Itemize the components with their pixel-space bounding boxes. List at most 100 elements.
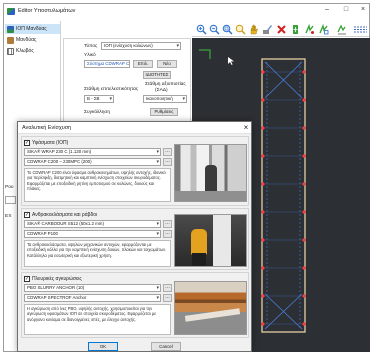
- origin-marker: [199, 49, 211, 59]
- left-panel-label: Επ: [5, 214, 12, 219]
- mouse-cursor-icon: [228, 57, 234, 65]
- anchors-product-more-button[interactable]: …: [163, 284, 172, 292]
- fabric-product-more-button[interactable]: …: [163, 148, 172, 156]
- app-icon: [7, 8, 15, 15]
- reliability-select[interactable]: Ικανοποιητική: [143, 95, 187, 103]
- rebar-dot: [302, 294, 306, 298]
- edit-tool-icon[interactable]: [262, 24, 273, 35]
- rebar-dot: [302, 210, 306, 214]
- rebar-dot: [302, 126, 306, 130]
- type-label: Τύπος: [84, 44, 98, 49]
- fabric-checkbox[interactable]: [24, 140, 30, 146]
- photo-column: [213, 215, 231, 266]
- rebar-dot: [261, 126, 265, 130]
- rebar-dot: [261, 182, 265, 186]
- anchors-product-photo: [174, 281, 247, 335]
- plates-product-photo: [174, 214, 247, 267]
- delete-icon[interactable]: [276, 24, 287, 35]
- plates-product-select[interactable]: SIKA® CARBODUR S512 (50x1.2 mm): [24, 220, 161, 228]
- performance-label: Στάθμη επιτελεστικότητας: [84, 87, 139, 92]
- rebar-dot: [261, 70, 265, 74]
- cancel-button[interactable]: Cancel: [151, 342, 181, 351]
- menu-icon[interactable]: [354, 26, 367, 33]
- material-label: Υλικό: [84, 53, 96, 58]
- photo-worker-legs: [192, 253, 206, 266]
- rebar-dot: [261, 266, 265, 270]
- minimize-button[interactable]: –: [321, 5, 333, 14]
- rebar-dot: [302, 70, 306, 74]
- reliability-label-suffix: (ΣΑΔ): [155, 88, 168, 93]
- top-crosstie: [264, 61, 303, 99]
- anchors-description: Η αγκύρωση από ίνες PBO, υψηλής αντοχής,…: [24, 304, 171, 335]
- rebar-dot: [302, 322, 306, 326]
- sidebar-item-frp-jacket[interactable]: ΙΟΠ Μανδύας: [5, 24, 60, 34]
- add-stirrup-icon[interactable]: [318, 24, 329, 35]
- anchors-system-select[interactable]: CDWRAP SPECTROF Anchor: [24, 294, 161, 302]
- zoom-extents-icon[interactable]: [235, 24, 246, 35]
- anchors-system-more-button[interactable]: …: [163, 294, 172, 302]
- rebar-dot: [302, 182, 306, 186]
- anchors-header: Πλευρικές αγκυρώσεις: [32, 276, 82, 282]
- plates-product-more-button[interactable]: …: [163, 220, 172, 228]
- rebar-dot: [302, 154, 306, 158]
- anchors-product-select[interactable]: PBO SLURRY ANCHOR (10): [24, 284, 161, 292]
- rebar-group: [261, 70, 306, 326]
- add-rebar-icon[interactable]: [304, 24, 315, 35]
- photo-worker: [191, 229, 207, 255]
- photo-floor: [175, 191, 246, 201]
- fabric-product-select[interactable]: SIKA® WRAP 230 C (1.130 mm): [24, 148, 161, 156]
- fabric-system-select[interactable]: CDWRAP C200 – 230MPC (200): [24, 158, 161, 166]
- window-title: Editor Υποστυλωμάτων: [18, 8, 76, 14]
- properties-button[interactable]: ΙΔΙΟΤΗΤΕΣ: [143, 71, 171, 79]
- plates-system-more-button[interactable]: …: [163, 230, 172, 238]
- rebar-dot: [261, 98, 265, 102]
- dialog-close-button[interactable]: ×: [242, 123, 250, 132]
- rebar-dot: [261, 154, 265, 158]
- fabric-description: Το CDWRAP C200 είναι ύφασμα ανθρακονημάτ…: [24, 168, 171, 202]
- photo-beam: [184, 308, 241, 322]
- reinforcement-dialog: Αναλυτική Ενίσχυση × Υφάσματα (ΙΟΠ) SIKA…: [17, 121, 252, 352]
- material-field[interactable]: Σύστημα CDWRAP C200: [84, 60, 130, 68]
- zoom-window-icon[interactable]: [222, 24, 233, 35]
- maximize-button[interactable]: □: [340, 5, 352, 14]
- performance-select[interactable]: Β - ΣΒ: [84, 95, 114, 103]
- pan-icon[interactable]: [248, 24, 259, 35]
- anchors-checkbox[interactable]: [24, 276, 30, 282]
- plates-system-select[interactable]: CDWRAP P100: [24, 230, 161, 238]
- fabric-header: Υφάσματα (ΙΟΠ): [32, 140, 69, 146]
- frp-jacket-icon: [7, 25, 14, 33]
- new-material-button[interactable]: Νέο: [157, 60, 177, 68]
- rebar-dot: [302, 98, 306, 102]
- rebar-dot: [261, 294, 265, 298]
- left-panel-input[interactable]: [5, 196, 16, 204]
- zoom-out-icon[interactable]: [209, 24, 220, 35]
- plates-header: Ανθρακοελάσματα και ράβδοι: [32, 212, 98, 218]
- left-panel-label: Ρου: [5, 185, 14, 190]
- ok-button[interactable]: OK: [88, 342, 118, 351]
- sidebar-item-label: ΙΟΠ Μανδύας: [16, 26, 47, 32]
- zoom-in-icon[interactable]: [196, 24, 207, 35]
- stirrup-lines: [265, 71, 302, 325]
- rebar-dot: [261, 210, 265, 214]
- close-button[interactable]: ×: [357, 5, 369, 14]
- reliability-label: Στάθμη αξιοπιστίας: [145, 82, 186, 87]
- rebar-dot: [261, 238, 265, 242]
- rebar-dot: [302, 266, 306, 270]
- plates-description: Τα ανθρακοελάσματα, υψηλών μηχανικών αντ…: [24, 240, 171, 267]
- fabric-system-more-button[interactable]: …: [163, 158, 172, 166]
- type-select[interactable]: ΙΟΠ (ενίσχυση κολώνων): [101, 42, 181, 50]
- rebar-dot: [261, 322, 265, 326]
- plates-checkbox[interactable]: [24, 212, 30, 218]
- dialog-title: Αναλυτική Ενίσχυση: [22, 125, 72, 131]
- sidebar-item-label: Κλωβός: [16, 48, 34, 54]
- sidebar-item-concrete-jacket[interactable]: Μανδύας: [5, 35, 60, 45]
- add-column-icon[interactable]: [290, 24, 301, 35]
- sidebar-item-label: Μανδύας: [16, 37, 37, 43]
- layers-icon[interactable]: [336, 24, 347, 35]
- bonding-settings-button[interactable]: Ρυθμίσεις: [150, 108, 178, 116]
- sidebar-item-steel-cage[interactable]: Κλωβός: [5, 46, 60, 56]
- fabric-product-photo: [174, 144, 247, 202]
- steel-cage-icon: [7, 47, 14, 55]
- select-material-button[interactable]: Επιλ.: [133, 60, 153, 68]
- concrete-jacket-icon: [7, 36, 14, 44]
